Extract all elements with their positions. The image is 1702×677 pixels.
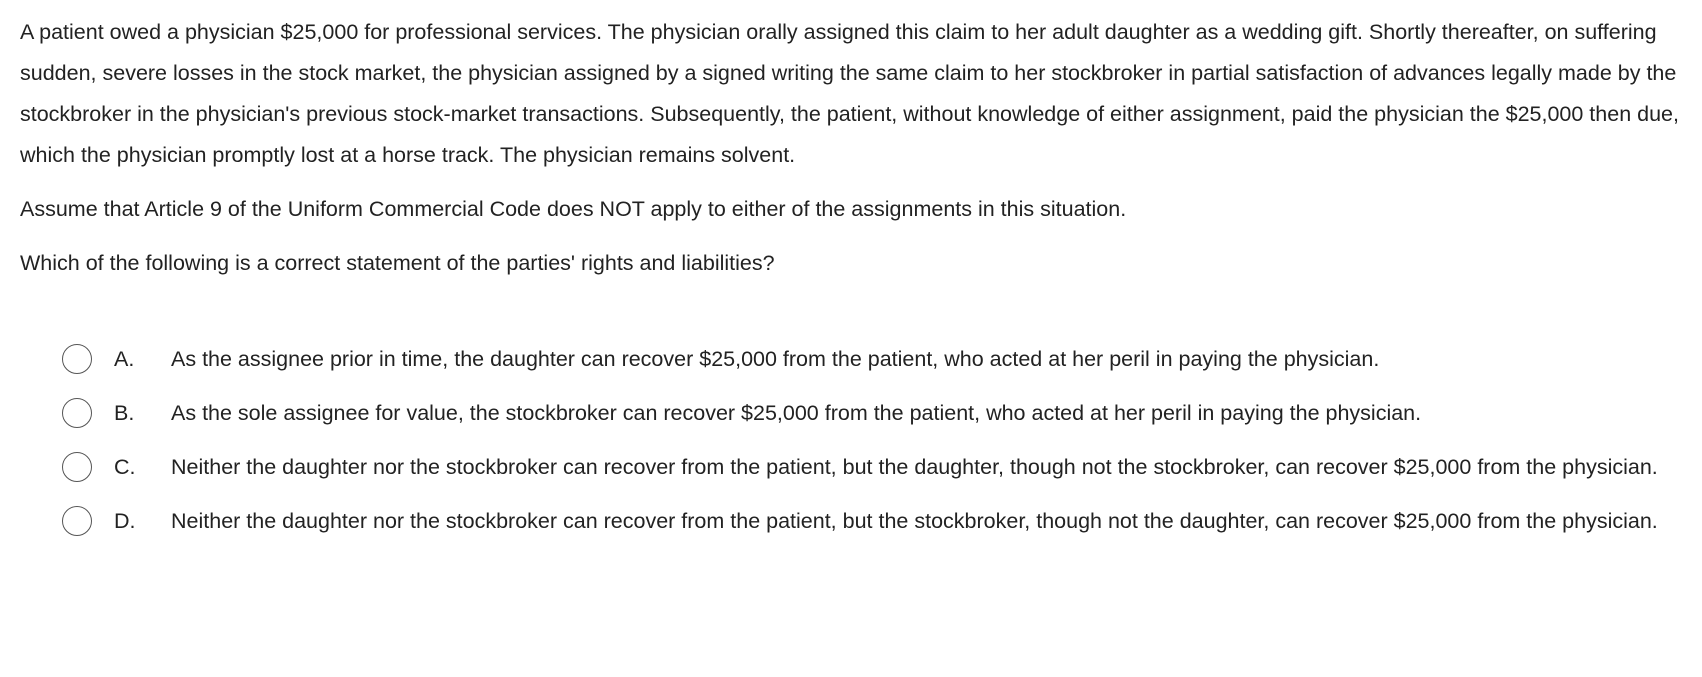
answer-option-a[interactable]: A. As the assignee prior in time, the da… [62, 339, 1682, 380]
option-text-d: Neither the daughter nor the stockbroker… [171, 509, 1658, 533]
option-text-c: Neither the daughter nor the stockbroker… [171, 455, 1658, 479]
question-stem: A patient owed a physician $25,000 for p… [20, 12, 1682, 297]
option-letter-a: A. [114, 347, 135, 371]
answer-option-b[interactable]: B. As the sole assignee for value, the s… [62, 393, 1682, 434]
radio-button-b[interactable] [62, 398, 92, 428]
option-text-a: As the assignee prior in time, the daugh… [171, 347, 1380, 371]
option-letter-b: B. [114, 401, 135, 425]
radio-button-c[interactable] [62, 452, 92, 482]
radio-button-d[interactable] [62, 506, 92, 536]
option-text-b: As the sole assignee for value, the stoc… [171, 401, 1422, 425]
answer-option-c[interactable]: C. Neither the daughter nor the stockbro… [62, 447, 1682, 488]
radio-button-a[interactable] [62, 344, 92, 374]
question-prompt: Which of the following is a correct stat… [20, 251, 775, 275]
question-paragraph-facts: A patient owed a physician $25,000 for p… [20, 20, 1679, 167]
option-letter-d: D. [114, 509, 136, 533]
answer-option-d[interactable]: D. Neither the daughter nor the stockbro… [62, 501, 1682, 542]
question-paragraph-assumption: Assume that Article 9 of the Uniform Com… [20, 197, 1127, 221]
answer-options: A. As the assignee prior in time, the da… [62, 339, 1682, 555]
option-letter-c: C. [114, 455, 136, 479]
